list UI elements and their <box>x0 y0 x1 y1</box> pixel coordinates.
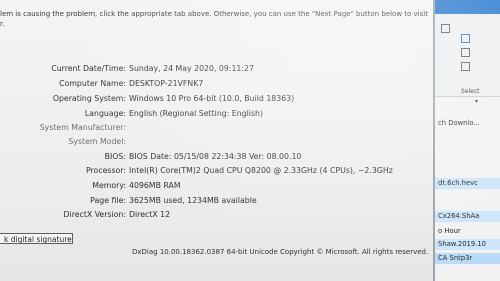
info-value: 4096MB RAM <box>129 181 181 190</box>
select-label[interactable]: Select <box>461 88 480 95</box>
info-row-datetime: Current Date/Time: Sunday, 24 May 2020, … <box>0 63 436 75</box>
info-value: 3625MB used, 1234MB available <box>129 196 257 205</box>
list-item[interactable]: Shaw.2019.10 <box>435 239 500 250</box>
footer-version-copyright: DxDiag 10.00.18362.0387 64-bit Unicode C… <box>132 248 429 256</box>
info-label: BIOS: <box>104 152 126 161</box>
info-label: System Manufacturer: <box>39 123 126 132</box>
list-item[interactable]: dt.6ch.hevc <box>435 178 500 189</box>
info-row-manufacturer: System Manufacturer: <box>0 122 436 134</box>
intro-line-2: r. <box>0 20 5 28</box>
list-item[interactable]: ch Downlo... <box>435 118 500 129</box>
dxdiag-window: lem is causing the problem, click the ap… <box>0 0 436 281</box>
info-value: Intel(R) Core(TM)2 Quad CPU Q8200 @ 2.33… <box>129 166 393 175</box>
info-row-memory: Memory: 4096MB RAM <box>0 180 436 192</box>
info-row-language: Language: English (Regional Setting: Eng… <box>0 108 436 120</box>
intro-line-1: lem is causing the problem, click the ap… <box>0 10 428 18</box>
info-value: Windows 10 Pro 64-bit (10.0, Build 18363… <box>129 94 295 103</box>
info-value: BIOS Date: 05/15/08 22:34:38 Ver: 08.00.… <box>129 152 302 161</box>
info-value: DESKTOP-21VFNK7 <box>129 79 204 88</box>
select-all-icon[interactable] <box>461 62 470 71</box>
info-row-operating-system: Operating System: Windows 10 Pro 64-bit … <box>0 93 436 105</box>
info-label: DirectX Version: <box>63 210 126 219</box>
check-digital-signatures-checkbox[interactable]: k digital signatures <box>0 233 73 244</box>
file-explorer-window: Select ▾ ch Downlo... dt.6ch.hevc Cx264.… <box>433 0 500 281</box>
list-item[interactable]: Cx264.ShAa <box>435 211 500 222</box>
info-value: DirectX 12 <box>129 210 171 219</box>
chevron-down-icon[interactable]: ▾ <box>475 98 478 105</box>
info-label: Processor: <box>85 166 126 175</box>
check-icon[interactable] <box>461 48 470 57</box>
info-label: Language: <box>84 109 126 118</box>
info-row-computer-name: Computer Name: DESKTOP-21VFNK7 <box>0 78 436 90</box>
info-value: Sunday, 24 May 2020, 09:11:27 <box>129 64 254 73</box>
grid-icon[interactable] <box>461 34 470 43</box>
info-label: Memory: <box>92 181 126 190</box>
info-label: Page file: <box>90 196 126 205</box>
info-row-directx: DirectX Version: DirectX 12 <box>0 209 436 221</box>
explorer-ribbon: Select ▾ <box>435 14 500 105</box>
list-item[interactable]: o Hour <box>435 226 500 237</box>
list-item[interactable]: CA Sntp3r <box>435 253 500 264</box>
ribbon-icon[interactable] <box>441 24 450 33</box>
info-value: English (Regional Setting: English) <box>129 109 264 118</box>
info-label: System Model: <box>68 137 126 146</box>
intro-text: lem is causing the problem, click the ap… <box>0 9 430 29</box>
info-row-processor: Processor: Intel(R) Core(TM)2 Quad CPU Q… <box>0 165 436 177</box>
info-row-model: System Model: <box>0 136 436 148</box>
info-row-bios: BIOS: BIOS Date: 05/15/08 22:34:38 Ver: … <box>0 151 436 163</box>
info-label: Computer Name: <box>59 79 126 88</box>
info-label: Current Date/Time: <box>51 64 126 73</box>
explorer-title-bar <box>435 0 500 14</box>
info-row-page-file: Page file: 3625MB used, 1234MB available <box>0 195 436 207</box>
info-label: Operating System: <box>52 94 126 103</box>
